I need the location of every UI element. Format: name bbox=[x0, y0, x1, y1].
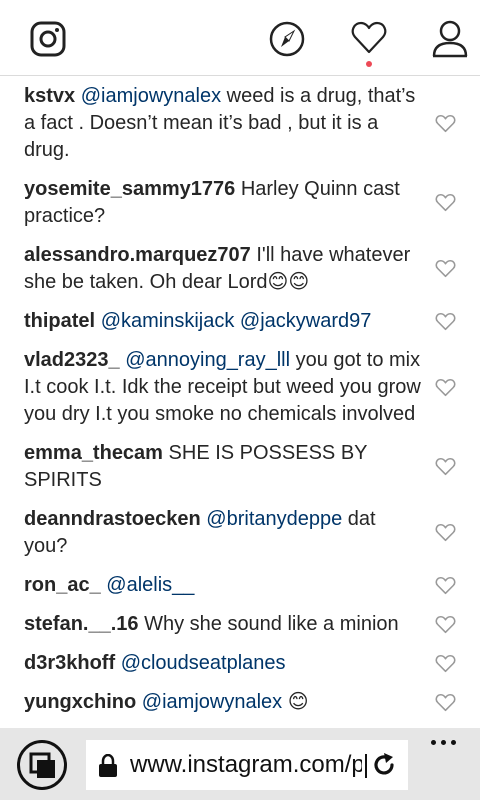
tabs-button[interactable] bbox=[17, 740, 67, 790]
comment-mention[interactable]: @cloudseatplanes bbox=[121, 652, 286, 674]
like-heart-icon[interactable] bbox=[435, 259, 456, 278]
like-heart-icon[interactable] bbox=[435, 312, 456, 331]
address-bar[interactable]: www.instagram.com/p bbox=[86, 740, 408, 790]
like-heart-icon[interactable] bbox=[435, 523, 456, 542]
url-text[interactable]: www.instagram.com/p bbox=[130, 750, 362, 780]
comment-row: yosemite_sammy1776 Harley Quinn cast pra… bbox=[0, 170, 480, 236]
comment-row: thipatel @kaminskijack @jackyward97 bbox=[0, 302, 480, 341]
comment-row: kstvx @iamjowynalex weed is a drug, that… bbox=[0, 77, 480, 170]
comment-row: yungxchino @iamjowynalex 😊 bbox=[0, 683, 480, 722]
comment-username[interactable]: ron_ac_ bbox=[24, 574, 101, 596]
comment-row: vlad2323_ @annoying_ray_lll you got to m… bbox=[0, 341, 480, 434]
comment-row: deanndrastoecken @britanydeppe dat you? bbox=[0, 500, 480, 566]
comment-row: emma_thecam SHE IS POSSESS BY SPIRITS bbox=[0, 434, 480, 500]
like-heart-icon[interactable] bbox=[435, 615, 456, 634]
comment-row: ron_ac_ @alelis__ bbox=[0, 566, 480, 605]
like-heart-icon[interactable] bbox=[435, 457, 456, 476]
comment-row: stefan.__.16 Why she sound like a minion bbox=[0, 605, 480, 644]
like-heart-icon[interactable] bbox=[435, 654, 456, 673]
comment-row: d3r3khoff @cloudseatplanes bbox=[0, 644, 480, 683]
top-nav-bar bbox=[0, 0, 480, 76]
person-icon[interactable] bbox=[430, 18, 470, 60]
lock-icon bbox=[99, 754, 117, 777]
comment-username[interactable]: emma_thecam bbox=[24, 442, 163, 464]
heart-icon[interactable] bbox=[349, 18, 389, 58]
more-dots-icon bbox=[431, 740, 436, 745]
comment-username[interactable]: yungxchino bbox=[24, 691, 136, 713]
comment-username[interactable]: kstvx bbox=[24, 85, 75, 107]
text-cursor bbox=[365, 754, 367, 778]
comment-mention[interactable]: @kaminskijack @jackyward97 bbox=[101, 310, 372, 332]
comment-username[interactable]: deanndrastoecken bbox=[24, 508, 201, 530]
comment-username[interactable]: yosemite_sammy1776 bbox=[24, 178, 235, 200]
notification-dot bbox=[366, 61, 372, 67]
reload-icon[interactable] bbox=[371, 752, 397, 778]
comment-username[interactable]: thipatel bbox=[24, 310, 95, 332]
comment-mention[interactable]: @annoying_ray_lll bbox=[125, 349, 290, 371]
comment-mention[interactable]: @iamjowynalex bbox=[81, 85, 221, 107]
comment-mention[interactable]: @iamjowynalex bbox=[142, 691, 282, 713]
comment-username[interactable]: vlad2323_ bbox=[24, 349, 120, 371]
comment-username[interactable]: alessandro.marquez707 bbox=[24, 244, 251, 266]
comment-mention[interactable]: @britanydeppe bbox=[206, 508, 342, 530]
comment-text: 😊 bbox=[282, 691, 309, 713]
like-heart-icon[interactable] bbox=[435, 576, 456, 595]
like-heart-icon[interactable] bbox=[435, 378, 456, 397]
like-heart-icon[interactable] bbox=[435, 193, 456, 212]
more-button[interactable] bbox=[430, 738, 458, 748]
comments-list[interactable]: kstvx @iamjowynalex weed is a drug, that… bbox=[0, 77, 480, 727]
comment-username[interactable]: stefan.__.16 bbox=[24, 613, 139, 635]
like-heart-icon[interactable] bbox=[435, 693, 456, 712]
instagram-logo-icon[interactable] bbox=[28, 19, 68, 59]
comment-row: alessandro.marquez707 I'll have whatever… bbox=[0, 236, 480, 302]
like-heart-icon[interactable] bbox=[435, 114, 456, 133]
compass-icon[interactable] bbox=[267, 19, 307, 59]
comment-text: Why she sound like a minion bbox=[144, 613, 399, 635]
tabs-icon bbox=[29, 752, 55, 778]
comment-mention[interactable]: @alelis__ bbox=[106, 574, 194, 596]
comment-username[interactable]: d3r3khoff bbox=[24, 652, 115, 674]
